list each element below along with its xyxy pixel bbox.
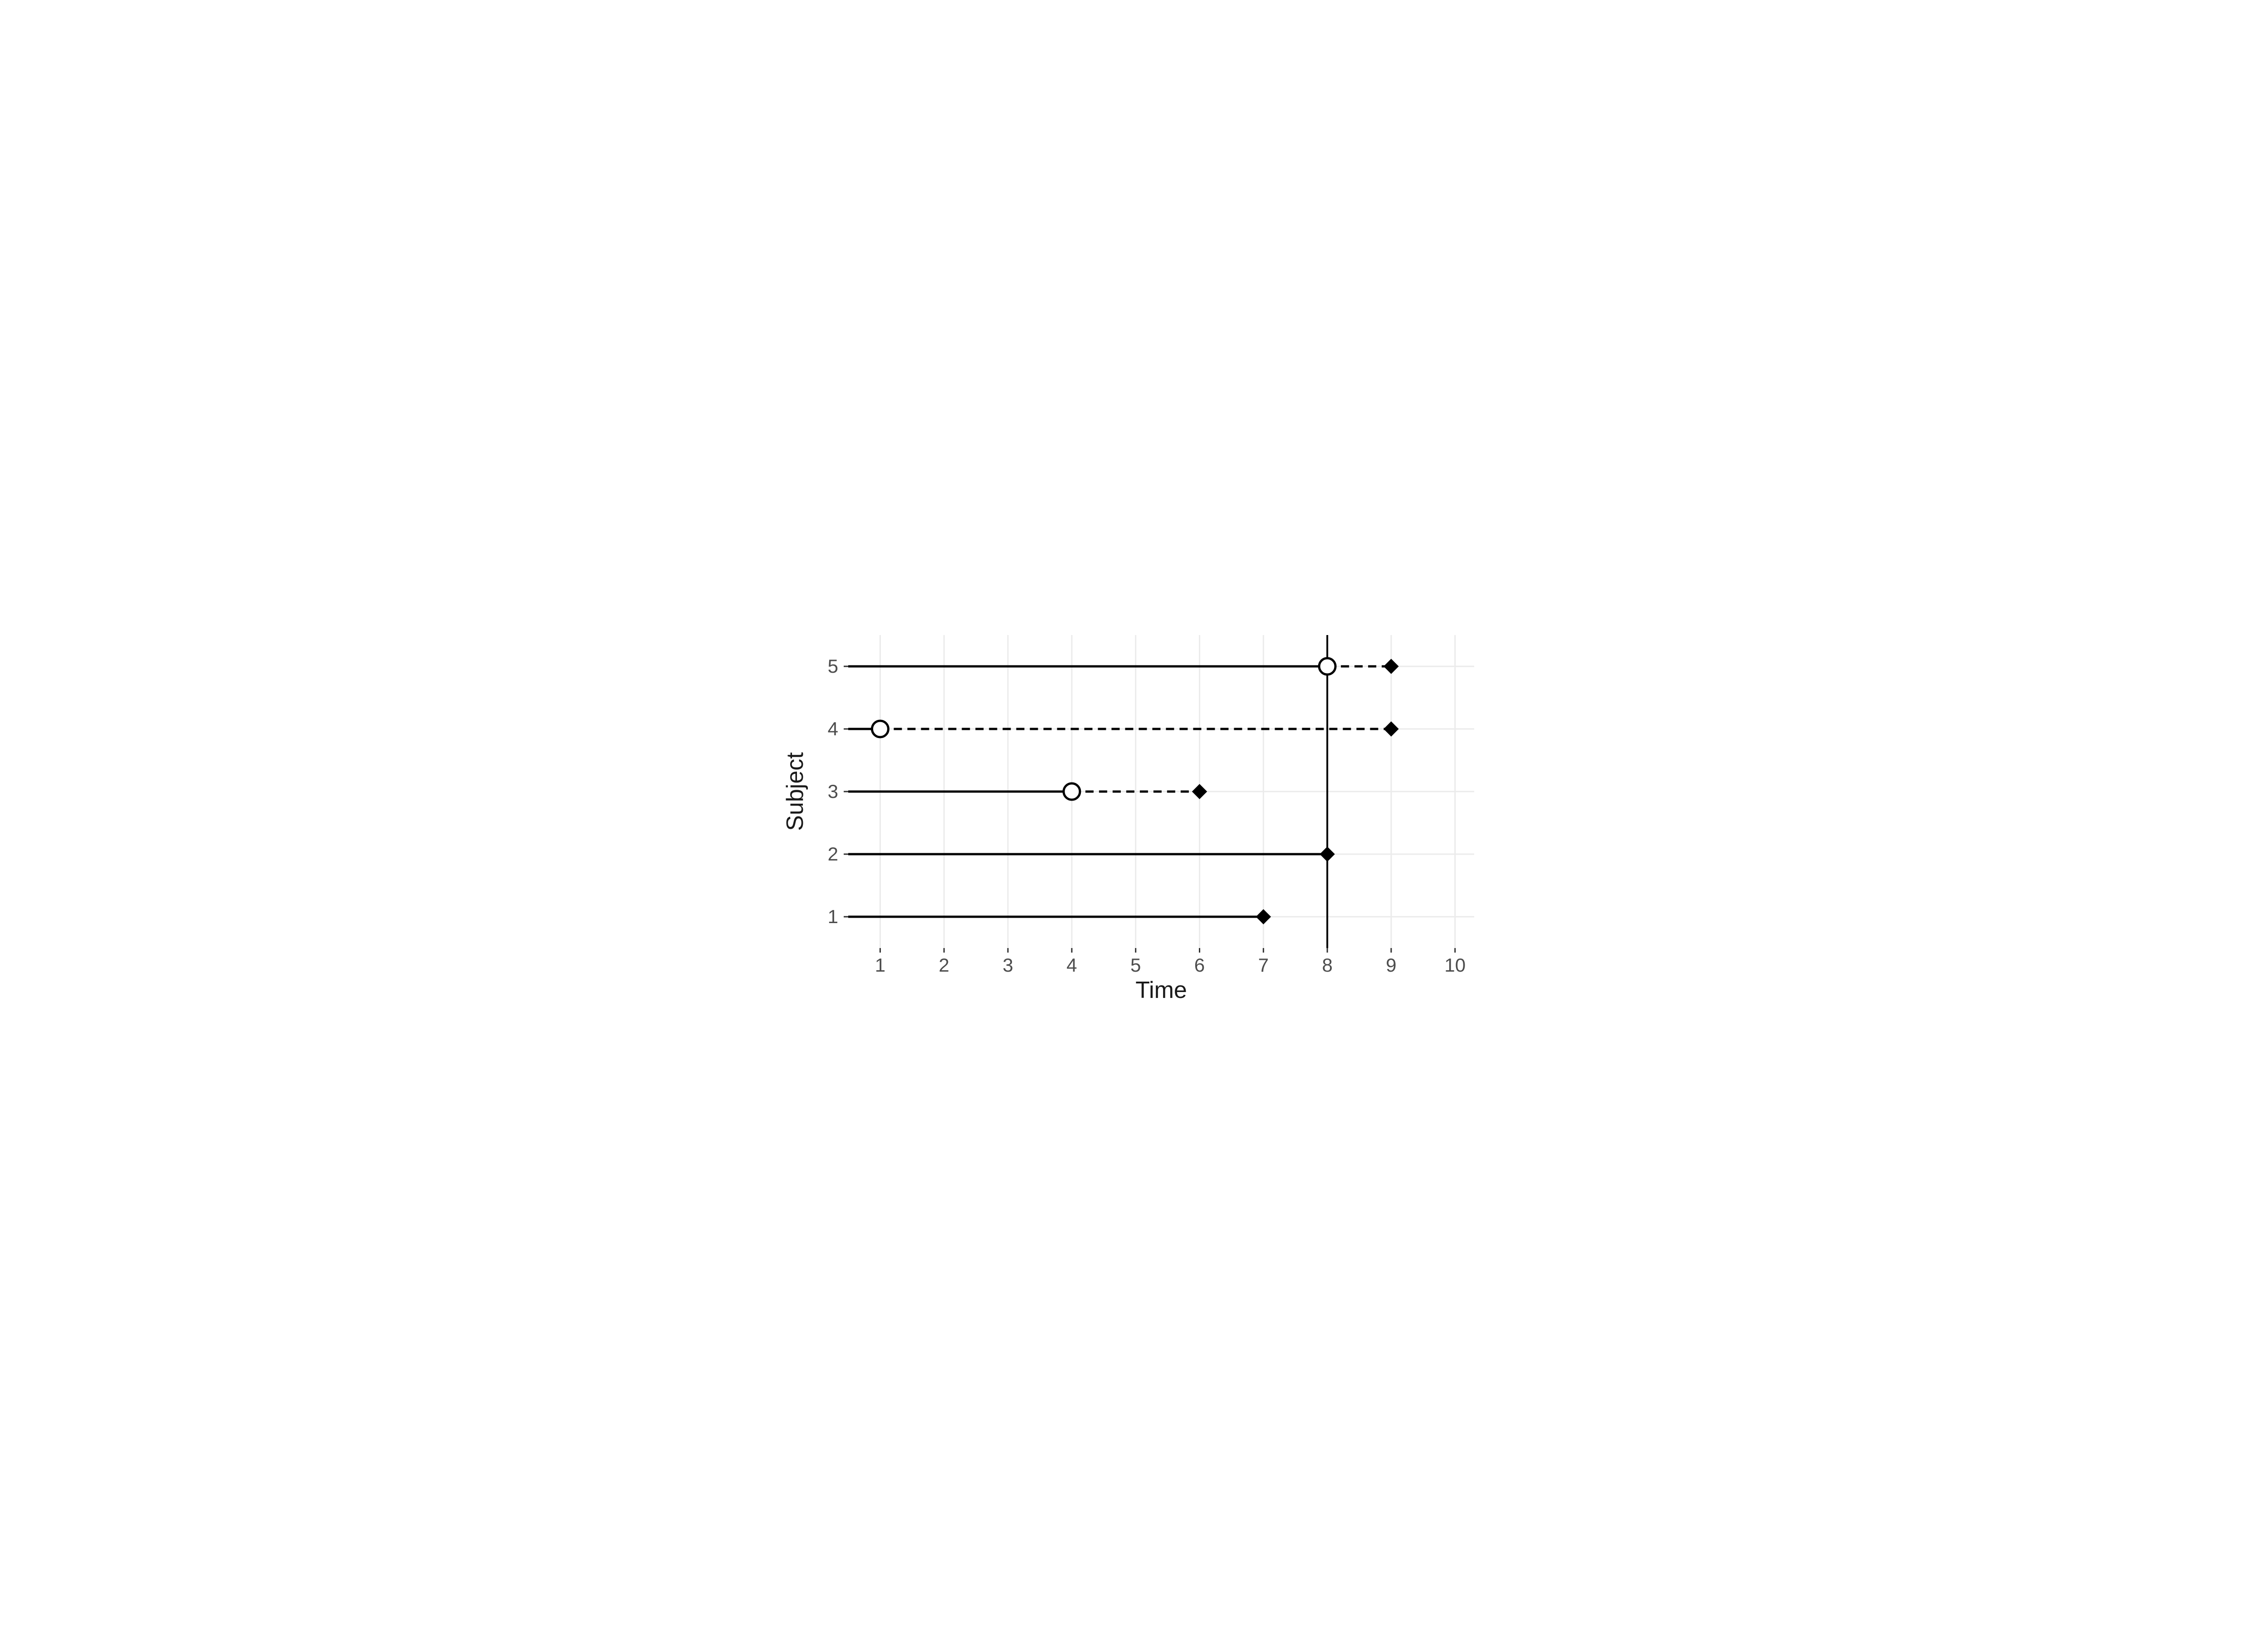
x-tick-label: 4 (1066, 954, 1077, 976)
x-tick-label: 9 (1386, 954, 1396, 976)
censor-circle-icon (1064, 783, 1080, 800)
chart-container: 1 2 3 4 5 6 7 8 9 10 1 2 3 4 5 Time Subject (0, 0, 2268, 1633)
y-tick-label: 2 (828, 843, 838, 865)
y-tick-labels: 1 2 3 4 5 (828, 655, 838, 927)
x-tick-label: 10 (1444, 954, 1466, 976)
x-tick-label: 7 (1258, 954, 1269, 976)
survival-timeline-chart: 1 2 3 4 5 6 7 8 9 10 1 2 3 4 5 Time Subject (785, 626, 1483, 1007)
censor-circle-icon (1319, 658, 1335, 675)
x-tick-label: 8 (1322, 954, 1332, 976)
x-tick-label: 3 (1002, 954, 1013, 976)
y-tick-label: 1 (828, 906, 838, 927)
censor-circle-icon (872, 721, 888, 737)
y-axis-title: Subject (785, 752, 808, 831)
x-tick-label: 5 (1130, 954, 1141, 976)
x-tick-label: 1 (875, 954, 885, 976)
y-tick-label: 4 (828, 718, 838, 739)
x-tick-label: 2 (939, 954, 949, 976)
y-ticks (844, 666, 848, 917)
x-axis-title: Time (1135, 977, 1187, 1003)
x-tick-label: 6 (1194, 954, 1205, 976)
y-tick-label: 3 (828, 781, 838, 802)
x-ticks (880, 948, 1455, 953)
x-tick-labels: 1 2 3 4 5 6 7 8 9 10 (875, 954, 1466, 976)
y-tick-label: 5 (828, 655, 838, 677)
